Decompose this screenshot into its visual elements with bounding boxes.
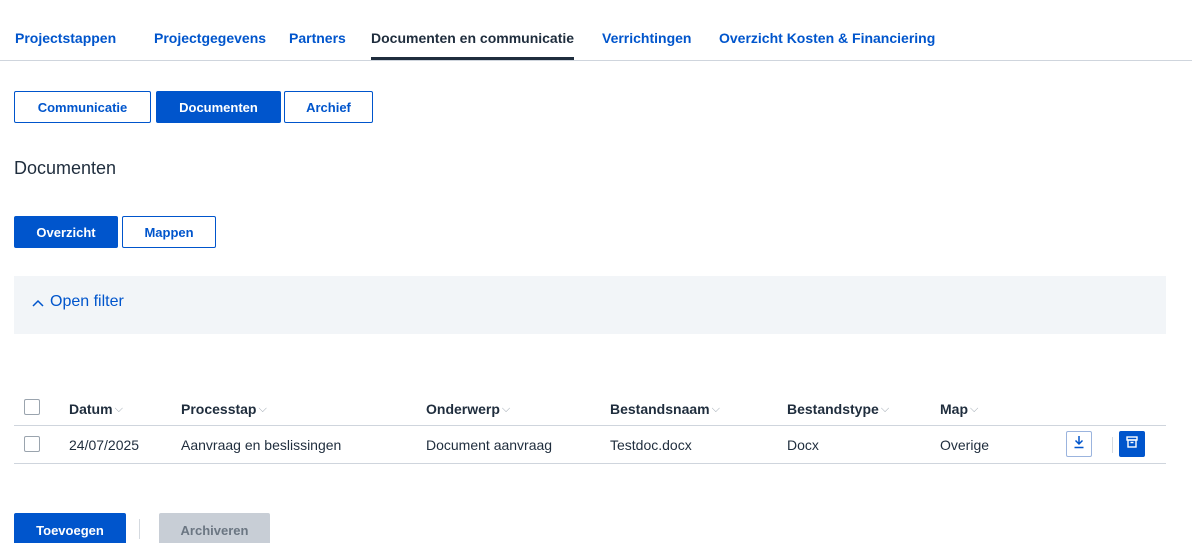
- documenten-button[interactable]: Documenten: [156, 91, 281, 123]
- column-label: Datum: [69, 401, 113, 417]
- chevron-down-icon: ⌵: [970, 402, 979, 415]
- filter-panel: Open filter: [14, 276, 1166, 334]
- archiveren-button[interactable]: Archiveren: [159, 513, 270, 543]
- column-header-bestandstype[interactable]: Bestandstype ⌵: [787, 401, 889, 417]
- page-title: Documenten: [14, 158, 117, 178]
- column-header-datum[interactable]: Datum ⌵: [69, 401, 123, 417]
- cell-onderwerp: Document aanvraag: [426, 437, 553, 453]
- chevron-down-icon: ⌵: [711, 402, 720, 415]
- tab-projectgegevens[interactable]: Projectgegevens: [154, 30, 266, 46]
- download-icon: [1073, 435, 1085, 454]
- tab-projectstappen[interactable]: Projectstappen: [15, 30, 116, 46]
- cell-processtap: Aanvraag en beslissingen: [181, 437, 342, 453]
- select-all-checkbox[interactable]: [24, 399, 40, 415]
- chevron-down-icon: ⌵: [258, 402, 267, 415]
- column-label: Processtap: [181, 401, 257, 417]
- column-header-onderwerp[interactable]: Onderwerp ⌵: [426, 401, 510, 417]
- cell-datum: 24/07/2025: [69, 437, 140, 453]
- archive-button[interactable]: [1119, 431, 1145, 457]
- tab-documenten-en-communicatie[interactable]: Documenten en communicatie: [371, 30, 575, 60]
- cell-bestandsnaam: Testdoc.docx: [610, 437, 692, 453]
- open-filter-label: Open filter: [50, 293, 124, 310]
- column-header-processtap[interactable]: Processtap ⌵: [181, 401, 267, 417]
- column-label: Bestandsnaam: [610, 401, 710, 417]
- chevron-down-icon: ⌵: [501, 402, 511, 415]
- column-header-map[interactable]: Map ⌵: [940, 401, 978, 417]
- tab-partners[interactable]: Partners: [289, 30, 346, 46]
- column-header-bestandsnaam[interactable]: Bestandsnaam ⌵: [610, 401, 720, 417]
- cell-map: Overige: [940, 437, 990, 453]
- chevron-down-icon: ⌵: [114, 402, 123, 415]
- cell-bestandstype: Docx: [787, 437, 819, 453]
- communicatie-button[interactable]: Communicatie: [14, 91, 151, 123]
- column-label: Map: [940, 401, 968, 417]
- mappen-button[interactable]: Mappen: [122, 216, 216, 248]
- overzicht-button[interactable]: Overzicht: [14, 216, 118, 248]
- table-header-row: Datum ⌵ Processtap ⌵ Onderwerp ⌵ Bestandsna…: [14, 394, 1166, 426]
- top-tabs: Projectstappen Projectgegevens Partners …: [0, 0, 1192, 61]
- row-checkbox[interactable]: [24, 436, 40, 452]
- tab-overzicht-kosten-financiering[interactable]: Overzicht Kosten & Financiering: [719, 30, 935, 46]
- column-label: Onderwerp: [426, 401, 500, 417]
- chevron-up-icon: [32, 294, 44, 310]
- open-filter-toggle[interactable]: Open filter: [32, 293, 124, 311]
- archive-icon: [1126, 435, 1138, 453]
- actions-divider: [139, 519, 140, 539]
- chevron-down-icon: ⌵: [880, 402, 890, 415]
- tab-verrichtingen[interactable]: Verrichtingen: [602, 30, 691, 46]
- download-button[interactable]: [1066, 431, 1092, 457]
- toevoegen-button[interactable]: Toevoegen: [14, 513, 126, 543]
- archief-button[interactable]: Archief: [284, 91, 373, 123]
- table-row: 24/07/2025 Aanvraag en beslissingen Docu…: [14, 426, 1166, 464]
- documents-page: Projectstappen Projectgegevens Partners …: [0, 0, 1192, 543]
- column-label: Bestandstype: [787, 401, 879, 417]
- actions-divider: [1112, 437, 1113, 453]
